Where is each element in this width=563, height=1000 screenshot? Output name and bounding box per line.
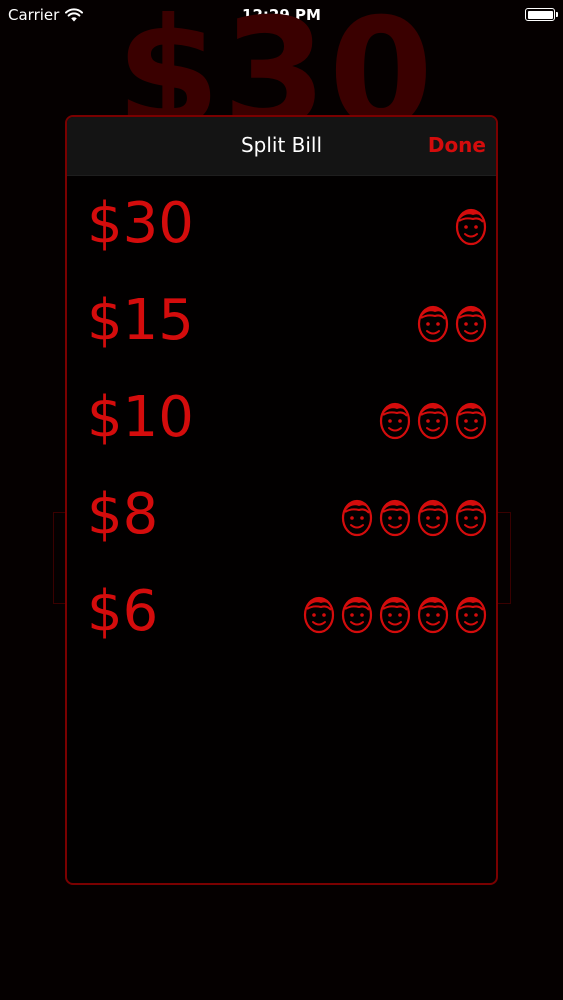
split-bill-modal: Split Bill Done $30 $15 $10 $8 $6 [65, 115, 498, 885]
split-amount: $6 [87, 579, 159, 644]
modal-header: Split Bill Done [67, 117, 496, 176]
face-icon [417, 596, 449, 634]
people-icons [454, 206, 488, 246]
face-icon [417, 402, 449, 440]
face-icon [417, 305, 449, 343]
people-icons [416, 303, 488, 343]
face-icon [379, 402, 411, 440]
face-icon [455, 596, 487, 634]
people-icons [340, 497, 488, 537]
background-right-bracket [498, 512, 511, 604]
face-icon [455, 305, 487, 343]
face-icon [341, 499, 373, 537]
done-button[interactable]: Done [428, 133, 486, 157]
split-amount: $10 [87, 385, 194, 450]
split-row[interactable]: $6 [67, 564, 496, 660]
split-row[interactable]: $30 [67, 176, 496, 272]
face-icon [379, 596, 411, 634]
face-icon [379, 499, 411, 537]
face-icon [341, 596, 373, 634]
split-row[interactable]: $8 [67, 467, 496, 563]
face-icon [455, 208, 487, 246]
people-icons [378, 400, 488, 440]
people-icons [302, 594, 488, 634]
split-row[interactable]: $15 [67, 273, 496, 369]
split-amount: $15 [87, 288, 194, 353]
split-row[interactable]: $10 [67, 370, 496, 466]
split-amount: $8 [87, 482, 159, 547]
face-icon [417, 499, 449, 537]
split-amount: $30 [87, 191, 194, 256]
face-icon [455, 499, 487, 537]
face-icon [455, 402, 487, 440]
battery-icon [525, 8, 558, 21]
face-icon [303, 596, 335, 634]
